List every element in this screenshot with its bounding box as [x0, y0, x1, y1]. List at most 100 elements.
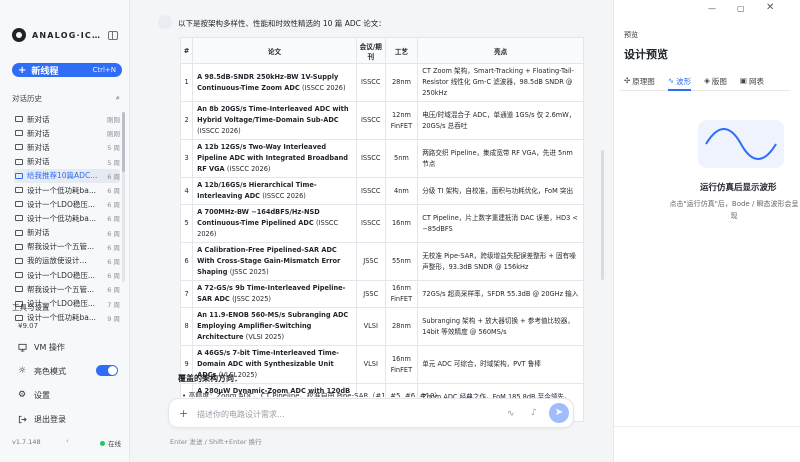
history-item-time: 9 周 — [107, 314, 120, 323]
theme-toggle[interactable] — [96, 365, 118, 376]
paper-venue: ISSCC — [355, 177, 386, 205]
waveform-tab-icon: ∿ — [667, 76, 675, 85]
paper-title-cell: A 12b 12GS/s Two-Way Interleaved Pipelin… — [192, 139, 357, 178]
search-icon[interactable]: ⌕ — [116, 93, 120, 104]
history-item-title: 设计一个LDO稳压... — [27, 270, 96, 280]
section-title: 覆盖的架构方向： — [178, 374, 242, 383]
history-item-time: 6 周 — [107, 229, 120, 238]
panel-divider — [614, 426, 800, 427]
chat-icon — [15, 201, 23, 208]
history-item-time: 刚刚 — [107, 130, 120, 139]
chat-icon — [15, 215, 23, 222]
paper-title-cell: A Calibration-Free Pipelined-SAR ADC Wit… — [192, 242, 357, 281]
chevron-left-icon[interactable]: ‹ — [66, 437, 69, 445]
history-item[interactable]: 设计一个低功耗ba... 6 周 — [14, 211, 120, 225]
history-item[interactable]: 新对话 6 周 — [14, 226, 120, 240]
preview-label: 预览 — [624, 31, 638, 39]
history-item-time: 6 周 — [107, 172, 120, 181]
history-item-time: 6 周 — [107, 215, 120, 224]
paper-venue: ISSCC — [355, 63, 386, 102]
history-scrollbar[interactable] — [122, 112, 125, 282]
history-item-time: 6 周 — [107, 201, 120, 210]
history-item-title: 新对话 — [27, 228, 50, 238]
paper-process: 4nm — [384, 177, 419, 205]
logout-item[interactable]: 退出登录 — [18, 414, 66, 425]
history-item-title: 新对话 — [27, 128, 50, 138]
history-item[interactable]: 设计一个LDO稳压... 6 周 — [14, 197, 120, 211]
theme-label: 亮色模式 — [34, 367, 66, 376]
table-row: 1A 98.5dB-SNDR 250kHz-BW 1V-Supply Conti… — [179, 63, 584, 102]
tools-title: 工具与设置 — [12, 303, 50, 312]
chat-scrollbar[interactable] — [601, 150, 604, 280]
close-icon[interactable]: ✕ — [766, 2, 774, 13]
tab-schematic[interactable]: ✣ 原理图 — [624, 73, 655, 91]
history-item[interactable]: 帮我设计一个五管... 6 周 — [14, 240, 120, 254]
history-title: 对话历史 — [12, 94, 42, 103]
col-process: 工艺 — [384, 37, 419, 64]
history-header: 对话历史 ⌕ — [12, 93, 120, 104]
history-item-title: 我的运放使设计... — [27, 256, 87, 266]
history-item-time: 5 周 — [107, 144, 120, 153]
history-item[interactable]: 新对话 刚刚 — [14, 126, 120, 140]
history-item-title: 给我推荐10篇ADC... — [27, 171, 98, 181]
paper-highlight: CT Pipeline，片上数字重建抵消 DAC 误差，HD3 < −85dBF… — [417, 204, 584, 243]
online-status: 在线 — [100, 438, 121, 448]
paper-title: A Calibration-Free Pipelined-SAR ADC Wit… — [197, 246, 341, 276]
collapse-sidebar-icon[interactable] — [108, 31, 118, 40]
waveform-icon[interactable]: ∿ — [507, 409, 515, 419]
new-thread-button[interactable]: + 新线程 Ctrl+N — [12, 63, 122, 77]
history-item-title: 设计一个低功耗ba... — [27, 185, 97, 195]
paper-index: 3 — [179, 139, 194, 178]
history-item[interactable]: 帮我设计一个五管... 6 周 — [14, 282, 120, 296]
history-item[interactable]: 新对话 刚刚 — [14, 112, 120, 126]
paper-index: 8 — [179, 307, 194, 346]
history-item[interactable]: 设计一个LDO稳压... 6 周 — [14, 268, 120, 282]
history-item[interactable]: 给我推荐10篇ADC... 6 周 — [14, 168, 120, 183]
history-item[interactable]: 新对话 5 周 — [14, 140, 120, 154]
paper-title: A 700MHz-BW −164dBFS/Hz-NSD Continuous-T… — [197, 208, 320, 227]
netlist-icon: ▣ — [739, 76, 747, 85]
paper-highlight: 分级 TI 架构，自校准，面积与功耗优化，FoM 突出 — [417, 177, 584, 205]
col-highlight: 亮点 — [417, 37, 584, 64]
paper-process: 12nm FinFET — [384, 101, 419, 140]
table-row: 3A 12b 12GS/s Two-Way Interleaved Pipeli… — [179, 139, 584, 178]
tab-waveform-label: 波形 — [676, 77, 692, 86]
paper-index: 1 — [179, 63, 194, 102]
brand-name: ANALOG·IC·... — [32, 30, 102, 40]
settings-item[interactable]: ⚙ 设置 — [18, 390, 50, 401]
history-item[interactable]: 新对话 5 周 — [14, 155, 120, 169]
paper-process: 55nm — [384, 242, 419, 281]
version: v1.7.148 — [12, 438, 41, 446]
minimize-icon[interactable]: — — [708, 4, 716, 13]
paper-venue: ISSCC — [355, 101, 386, 140]
attach-icon[interactable]: + — [179, 407, 188, 420]
settings-label: 设置 — [34, 391, 50, 400]
tab-netlist-label: 网表 — [748, 77, 764, 86]
paper-venue: JSSC — [355, 280, 386, 308]
assistant-intro: 以下是按架构多样性、性能和时效性精选的 10 篇 ADC 论文： — [178, 19, 386, 28]
tab-layout[interactable]: ◈ 版图 — [704, 73, 727, 91]
wave-placeholder — [698, 120, 784, 168]
history-item-time: 7 周 — [107, 300, 120, 309]
tab-waveform[interactable]: ∿ 波形 — [667, 73, 692, 91]
online-dot-icon — [100, 440, 105, 446]
paper-venue: ISSCC — [355, 139, 386, 178]
history-item[interactable]: 设计一个低功耗ba... 6 周 — [14, 183, 120, 197]
paper-table: # 论文 会议/期刊 工艺 亮点 1A 98.5dB-SNDR 250kHz-B… — [179, 37, 584, 422]
paper-title: A 72-GS/s 9b Time-Interleaved Pipeline-S… — [197, 284, 346, 303]
mic-icon[interactable]: ♪ — [531, 408, 537, 418]
history-item[interactable]: 我的运放使设计... 6 周 — [14, 254, 120, 268]
vm-ops-item[interactable]: VM 操作 — [18, 342, 65, 353]
paper-title-cell: A 12b/16GS/s Hierarchical Time-Interleav… — [192, 177, 357, 205]
history-item-time: 6 周 — [107, 257, 120, 266]
chat-icon — [15, 314, 23, 321]
send-button[interactable]: ➤ — [549, 403, 569, 423]
brand[interactable]: ANALOG·IC·... — [12, 28, 102, 42]
chat-icon — [15, 229, 23, 236]
tab-netlist[interactable]: ▣ 网表 — [740, 73, 764, 91]
prompt-input[interactable]: 描述你的电路设计需求... — [197, 409, 285, 420]
paper-process: 16nm FinFET — [384, 280, 419, 308]
chat-icon — [15, 243, 23, 250]
maximize-icon[interactable]: ▢ — [737, 4, 745, 13]
paper-venue: VLSI — [355, 345, 386, 384]
